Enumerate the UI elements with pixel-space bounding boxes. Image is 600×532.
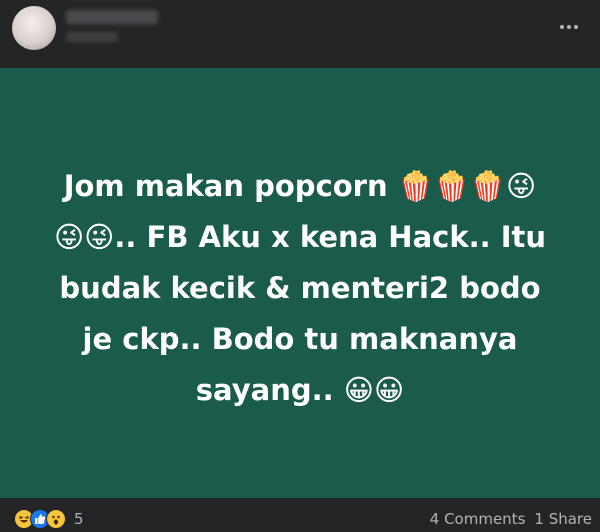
- dot: [567, 25, 571, 29]
- dot: [574, 25, 578, 29]
- post-footer: 5 4 Comments 1 Share: [0, 498, 600, 532]
- post-body: Jom makan popcorn 🍿🍿🍿😜 😜😜.. FB Aku x ken…: [0, 68, 600, 498]
- post-text-line: sayang.. 😀😀: [195, 372, 405, 407]
- post-meta-blurred: [66, 32, 118, 42]
- author-name-blurred[interactable]: [66, 10, 158, 24]
- shares-link[interactable]: 1 Share: [534, 510, 592, 528]
- more-options-icon[interactable]: [554, 16, 584, 38]
- post-text-line: Jom makan popcorn 🍿🍿🍿😜: [63, 168, 537, 203]
- post-header: [0, 0, 600, 68]
- comments-link[interactable]: 4 Comments: [430, 510, 526, 528]
- post-text-line: budak kecik & menteri2 bodo: [59, 270, 541, 305]
- post-text: Jom makan popcorn 🍿🍿🍿😜 😜😜.. FB Aku x ken…: [20, 161, 580, 416]
- footer-links: 4 Comments 1 Share: [430, 510, 592, 528]
- post-text-line: je ckp.. Bodo tu maknanya: [82, 321, 518, 356]
- avatar[interactable]: [12, 6, 56, 50]
- reactions-summary[interactable]: 5: [14, 508, 84, 530]
- dot: [560, 25, 564, 29]
- wow-reaction-icon: [46, 509, 66, 529]
- post-text-line: 😜😜.. FB Aku x kena Hack.. Itu: [53, 219, 547, 254]
- reaction-count: 5: [74, 510, 84, 528]
